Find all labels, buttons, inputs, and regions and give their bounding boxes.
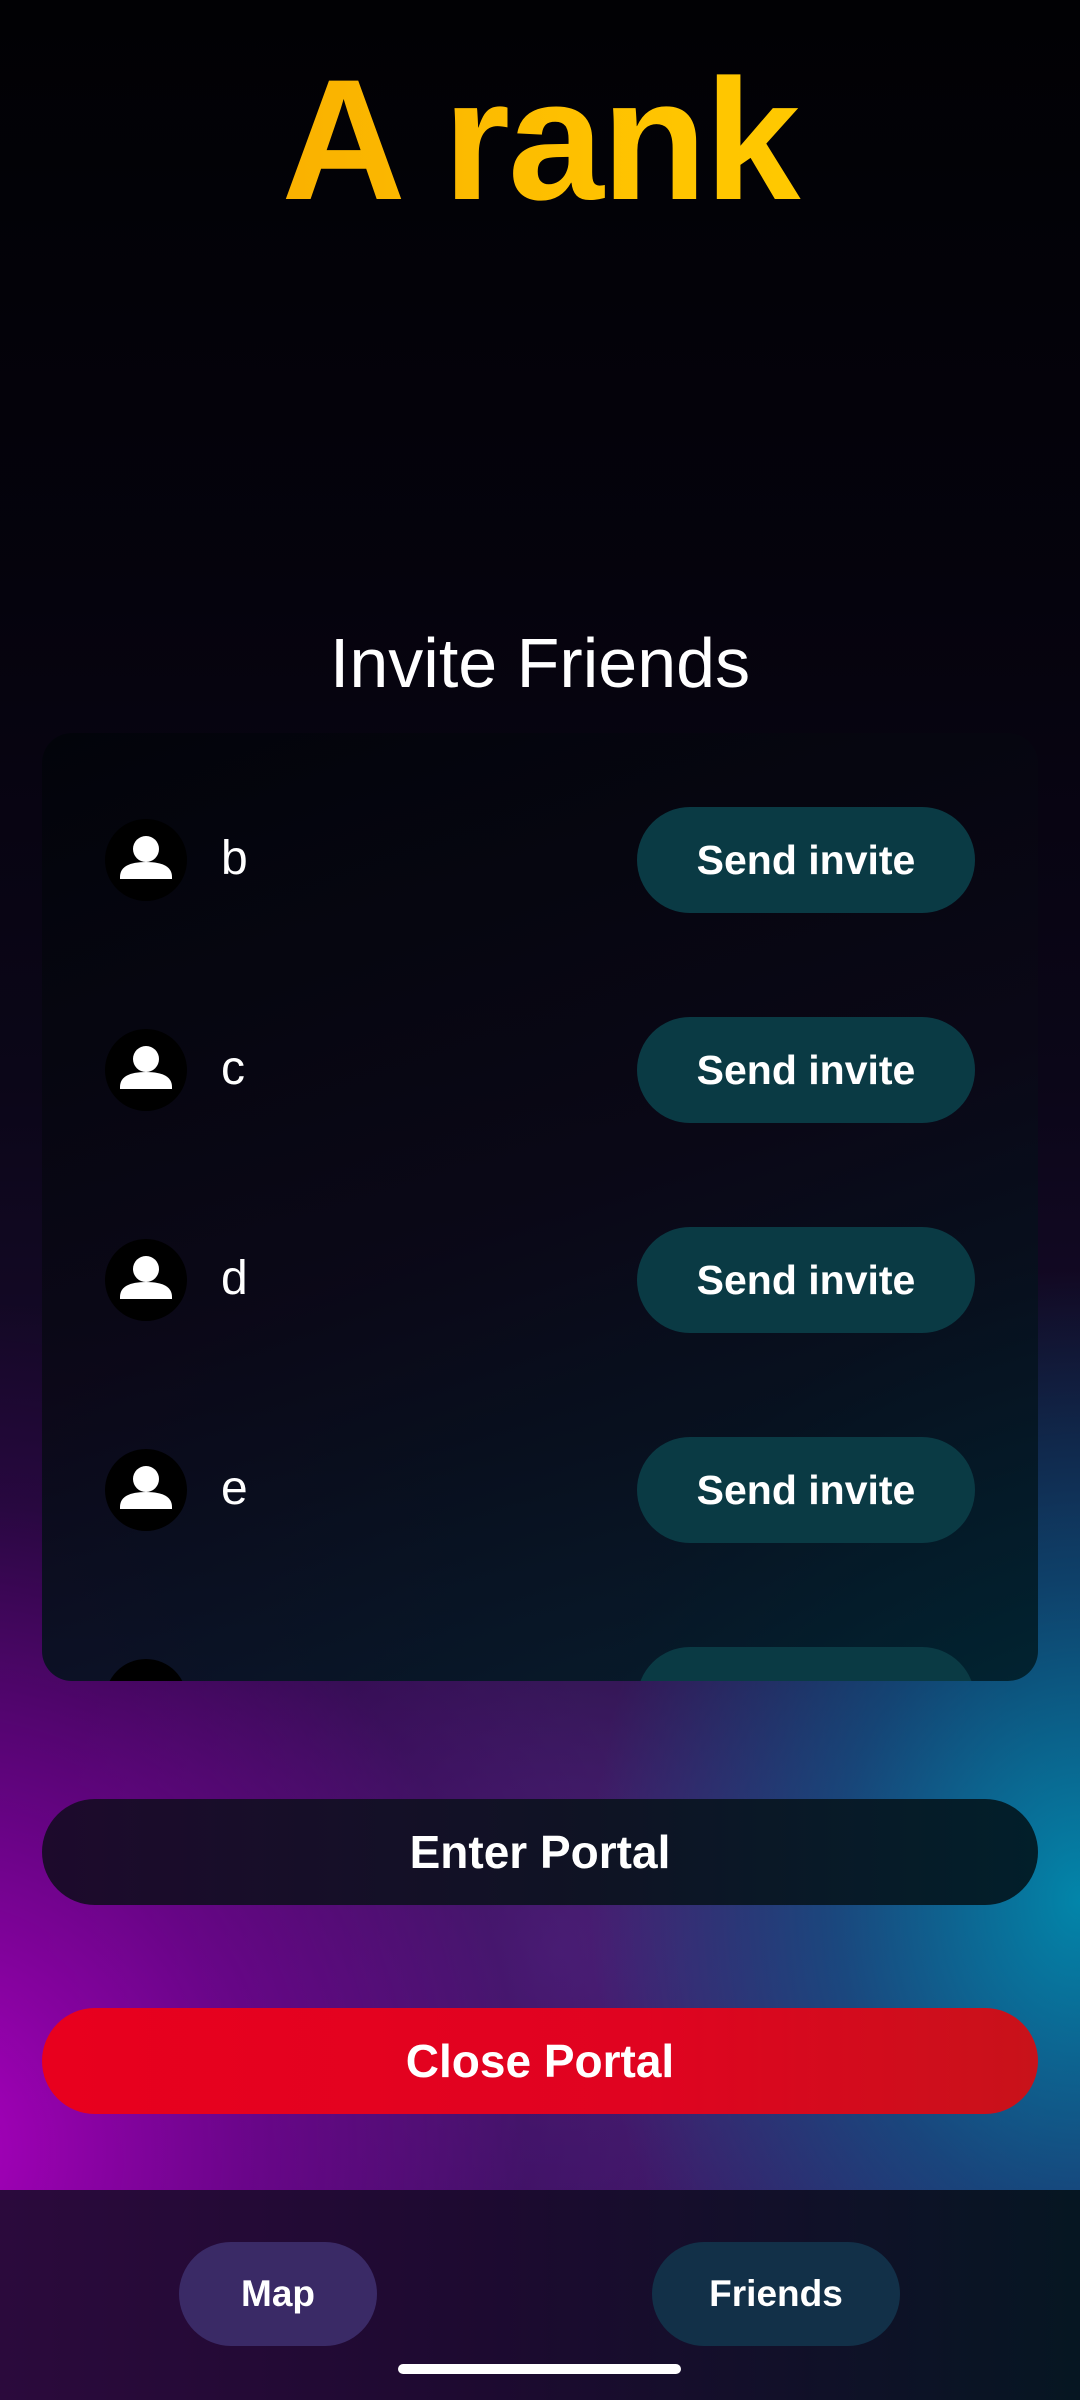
friend-row: b Send invite bbox=[42, 807, 1038, 913]
person-icon bbox=[105, 1449, 187, 1531]
friend-name: d bbox=[221, 1252, 248, 1305]
friends-list[interactable]: b Send invite c Send invite d Send invit… bbox=[42, 733, 1038, 1681]
person-icon bbox=[105, 1029, 187, 1111]
friend-row bbox=[42, 1647, 1038, 1681]
nav-friends-button[interactable]: Friends bbox=[652, 2242, 900, 2346]
invite-friends-heading: Invite Friends bbox=[329, 624, 751, 702]
send-invite-button[interactable]: Send invite bbox=[637, 1227, 975, 1333]
friend-name: c bbox=[221, 1042, 245, 1095]
friend-name: e bbox=[221, 1462, 248, 1515]
send-invite-button[interactable] bbox=[637, 1647, 975, 1681]
home-indicator[interactable] bbox=[398, 2364, 681, 2374]
close-portal-button[interactable]: Close Portal bbox=[42, 2008, 1038, 2114]
person-icon bbox=[105, 819, 187, 901]
enter-portal-button[interactable]: Enter Portal bbox=[42, 1799, 1038, 1905]
send-invite-button[interactable]: Send invite bbox=[637, 1437, 975, 1543]
person-icon bbox=[105, 1239, 187, 1321]
friend-row: e Send invite bbox=[42, 1437, 1038, 1543]
friend-name: b bbox=[221, 832, 248, 885]
send-invite-button[interactable]: Send invite bbox=[637, 1017, 975, 1123]
friend-row: c Send invite bbox=[42, 1017, 1038, 1123]
send-invite-button[interactable]: Send invite bbox=[637, 807, 975, 913]
nav-map-button[interactable]: Map bbox=[179, 2242, 377, 2346]
rank-title: A rank bbox=[0, 50, 1080, 230]
friend-row: d Send invite bbox=[42, 1227, 1038, 1333]
person-icon bbox=[105, 1659, 187, 1681]
